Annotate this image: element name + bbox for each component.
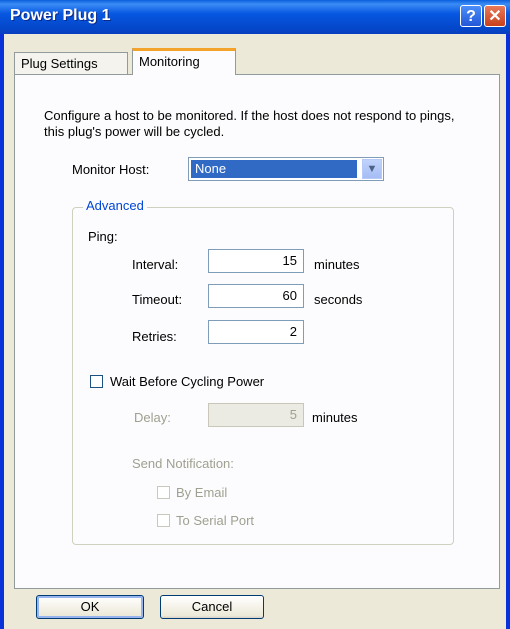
wait-before-cycling-checkbox[interactable] (90, 375, 103, 388)
timeout-unit: seconds (314, 292, 363, 307)
by-email-checkbox[interactable] (157, 486, 170, 499)
to-serial-port-label: To Serial Port (176, 513, 255, 528)
window-title: Power Plug 1 (10, 7, 111, 24)
monitoring-description: Configure a host to be monitored. If the… (44, 108, 455, 139)
ok-button[interactable]: OK (36, 595, 144, 619)
by-email-label: By Email (176, 485, 228, 500)
advanced-group-label: Advanced (83, 198, 147, 213)
delay-unit: minutes (312, 410, 358, 425)
ping-label: Ping: (88, 229, 118, 244)
timeout-input[interactable]: 60 (208, 284, 304, 308)
monitor-host-label: Monitor Host: (72, 162, 150, 177)
help-button[interactable]: ? (460, 5, 482, 27)
retries-input[interactable]: 2 (208, 320, 304, 344)
monitor-host-value: None (191, 160, 357, 178)
interval-unit: minutes (314, 257, 360, 272)
tab-plug-settings[interactable]: Plug Settings (14, 52, 128, 74)
send-notification-label: Send Notification: (132, 456, 234, 471)
tab-monitoring[interactable]: Monitoring (132, 48, 236, 75)
delay-label: Delay: (134, 410, 171, 425)
wait-before-cycling-label[interactable]: Wait Before Cycling Power (110, 374, 264, 389)
interval-input[interactable]: 15 (208, 249, 304, 273)
delay-input[interactable]: 5 (208, 403, 304, 427)
monitor-host-select[interactable]: None ▼ (188, 157, 384, 181)
chevron-down-icon[interactable]: ▼ (362, 159, 382, 179)
cancel-button[interactable]: Cancel (160, 595, 264, 619)
interval-label: Interval: (132, 257, 179, 272)
title-bar[interactable]: Power Plug 1 ? ✕ (0, 0, 510, 34)
close-button[interactable]: ✕ (484, 5, 506, 27)
timeout-label: Timeout: (132, 292, 183, 307)
retries-label: Retries: (132, 329, 177, 344)
to-serial-port-checkbox[interactable] (157, 514, 170, 527)
